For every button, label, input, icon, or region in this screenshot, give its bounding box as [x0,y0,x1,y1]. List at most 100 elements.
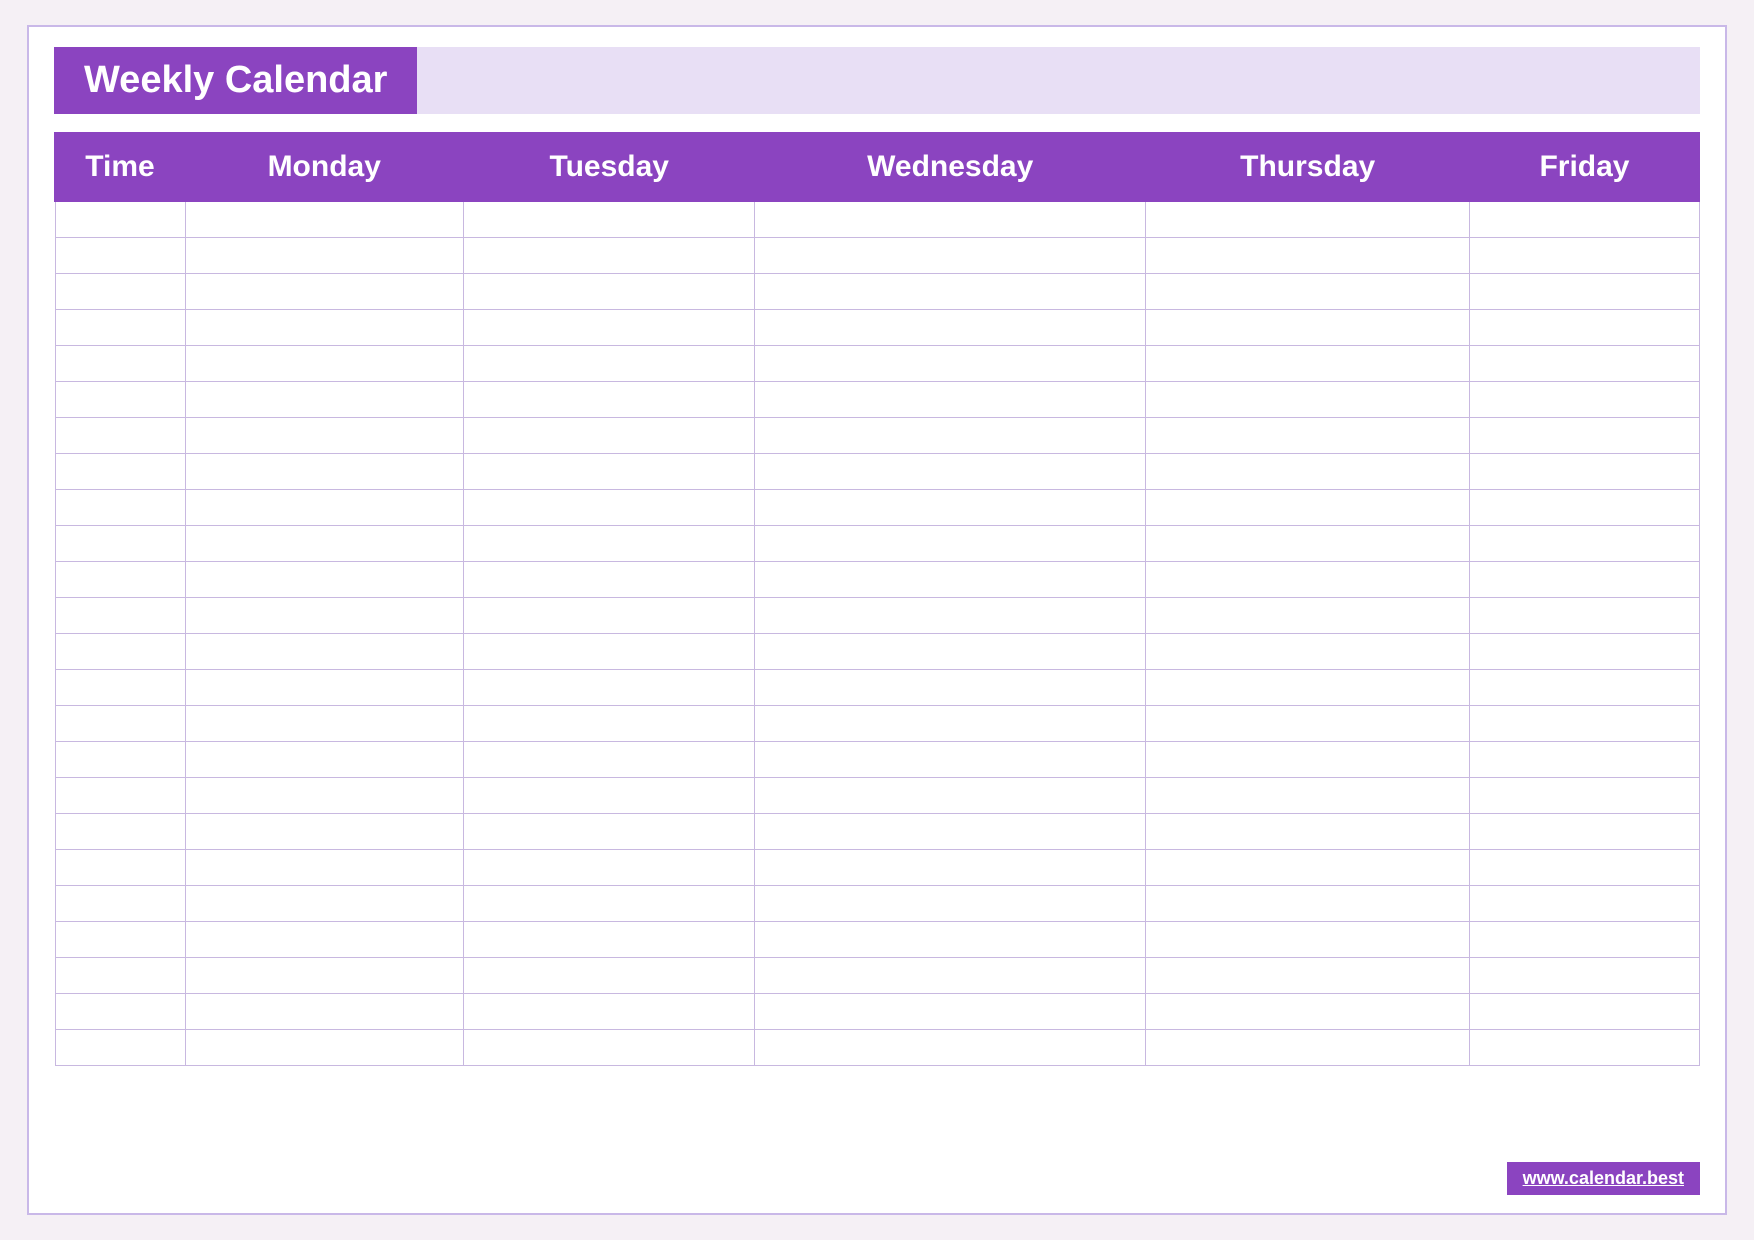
time-cell[interactable] [55,345,185,381]
day-cell[interactable] [185,489,463,525]
time-cell[interactable] [55,309,185,345]
day-cell[interactable] [1470,345,1699,381]
day-cell[interactable] [755,561,1145,597]
day-cell[interactable] [463,489,755,525]
day-cell[interactable] [185,813,463,849]
day-cell[interactable] [1145,453,1469,489]
time-cell[interactable] [55,417,185,453]
day-cell[interactable] [1470,273,1699,309]
day-cell[interactable] [755,705,1145,741]
day-cell[interactable] [1470,777,1699,813]
time-cell[interactable] [55,741,185,777]
time-cell[interactable] [55,777,185,813]
day-cell[interactable] [1470,813,1699,849]
day-cell[interactable] [1145,669,1469,705]
day-cell[interactable] [755,345,1145,381]
day-cell[interactable] [463,885,755,921]
day-cell[interactable] [185,525,463,561]
day-cell[interactable] [1470,993,1699,1029]
day-cell[interactable] [463,741,755,777]
day-cell[interactable] [755,921,1145,957]
time-cell[interactable] [55,201,185,237]
day-cell[interactable] [463,777,755,813]
day-cell[interactable] [1470,417,1699,453]
day-cell[interactable] [1470,201,1699,237]
day-cell[interactable] [463,345,755,381]
time-cell[interactable] [55,273,185,309]
day-cell[interactable] [463,669,755,705]
day-cell[interactable] [755,273,1145,309]
day-cell[interactable] [1470,957,1699,993]
day-cell[interactable] [463,525,755,561]
day-cell[interactable] [185,561,463,597]
day-cell[interactable] [755,633,1145,669]
day-cell[interactable] [1145,1029,1469,1065]
day-cell[interactable] [185,633,463,669]
day-cell[interactable] [185,669,463,705]
day-cell[interactable] [1470,633,1699,669]
day-cell[interactable] [463,633,755,669]
day-cell[interactable] [185,201,463,237]
day-cell[interactable] [185,921,463,957]
day-cell[interactable] [463,957,755,993]
time-cell[interactable] [55,597,185,633]
day-cell[interactable] [1470,381,1699,417]
day-cell[interactable] [463,993,755,1029]
day-cell[interactable] [463,273,755,309]
day-cell[interactable] [1470,741,1699,777]
day-cell[interactable] [1145,489,1469,525]
day-cell[interactable] [1145,561,1469,597]
day-cell[interactable] [1145,705,1469,741]
day-cell[interactable] [1145,633,1469,669]
day-cell[interactable] [755,309,1145,345]
day-cell[interactable] [1145,417,1469,453]
day-cell[interactable] [185,453,463,489]
day-cell[interactable] [1145,201,1469,237]
time-cell[interactable] [55,525,185,561]
day-cell[interactable] [1470,525,1699,561]
day-cell[interactable] [185,1029,463,1065]
time-cell[interactable] [55,849,185,885]
day-cell[interactable] [463,561,755,597]
day-cell[interactable] [1145,921,1469,957]
day-cell[interactable] [755,777,1145,813]
day-cell[interactable] [755,741,1145,777]
day-cell[interactable] [1145,813,1469,849]
day-cell[interactable] [1470,489,1699,525]
day-cell[interactable] [755,489,1145,525]
time-cell[interactable] [55,993,185,1029]
time-cell[interactable] [55,885,185,921]
day-cell[interactable] [463,849,755,885]
day-cell[interactable] [1470,453,1699,489]
day-cell[interactable] [755,669,1145,705]
day-cell[interactable] [1470,885,1699,921]
day-cell[interactable] [755,453,1145,489]
day-cell[interactable] [755,381,1145,417]
time-cell[interactable] [55,1029,185,1065]
day-cell[interactable] [1470,309,1699,345]
day-cell[interactable] [185,993,463,1029]
day-cell[interactable] [1145,237,1469,273]
day-cell[interactable] [185,777,463,813]
time-cell[interactable] [55,381,185,417]
day-cell[interactable] [185,885,463,921]
day-cell[interactable] [1470,597,1699,633]
day-cell[interactable] [1470,237,1699,273]
time-cell[interactable] [55,453,185,489]
day-cell[interactable] [1145,597,1469,633]
day-cell[interactable] [463,237,755,273]
day-cell[interactable] [185,849,463,885]
day-cell[interactable] [1470,669,1699,705]
day-cell[interactable] [755,993,1145,1029]
day-cell[interactable] [463,597,755,633]
day-cell[interactable] [755,525,1145,561]
day-cell[interactable] [463,705,755,741]
day-cell[interactable] [185,705,463,741]
day-cell[interactable] [185,741,463,777]
day-cell[interactable] [1145,381,1469,417]
day-cell[interactable] [463,201,755,237]
time-cell[interactable] [55,561,185,597]
day-cell[interactable] [185,273,463,309]
day-cell[interactable] [755,201,1145,237]
day-cell[interactable] [185,309,463,345]
